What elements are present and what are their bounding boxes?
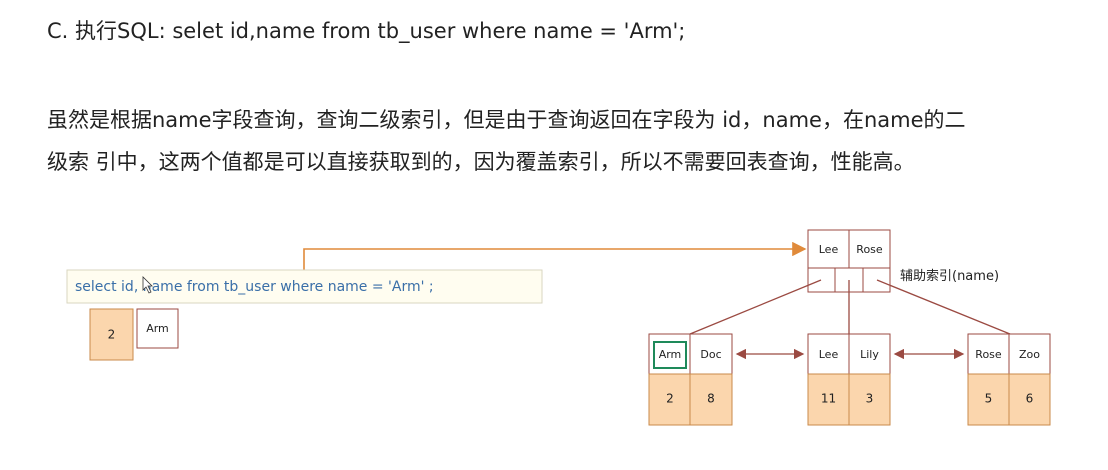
pointer-root-to-leaf-3 [876,279,1011,335]
leaf-1-id-1: 2 [666,392,674,406]
leaf-2-id-2: 3 [866,392,874,406]
leaf-3-key-1: Rose [975,348,1002,361]
result-row: 2 Arm [89,308,179,361]
result-name: Arm [146,322,169,335]
leaf-3-key-2: Zoo [1019,348,1040,361]
query-to-index-arrow [303,241,807,270]
leaf-3-id-1: 5 [985,392,993,406]
leaf-2-key-1: Lee [819,348,839,361]
covering-index-diagram: select id, name from tb_user where name … [66,229,1051,426]
root-key-1: Lee [819,243,839,256]
result-id: 2 [108,328,116,342]
leaf-node-3: Rose Zoo 5 6 [967,333,1051,426]
leaf-node-2: Lee Lily 11 3 [807,333,891,426]
leaf-1-key-2: Doc [700,348,721,361]
leaf-3-id-2: 6 [1026,392,1034,406]
sql-statement-text: select id, name from tb_user where name … [75,279,434,295]
leaf-1-id-2: 8 [707,392,715,406]
pointer-root-to-leaf-1 [689,279,822,335]
root-key-2: Rose [856,243,883,256]
sql-statement-box: select id, name from tb_user where name … [66,269,543,304]
leaf-2-key-2: Lily [860,348,879,361]
leaf-1-key-1: Arm [659,348,682,361]
leaf-2-id-1: 11 [821,392,836,406]
leaf-node-1: Arm Doc 2 8 [648,333,733,426]
secondary-index-label: 辅助索引(name) [900,269,999,284]
